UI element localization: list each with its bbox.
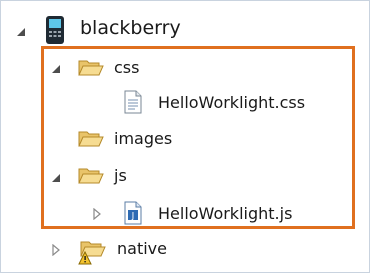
expanded-twisty-icon[interactable] xyxy=(50,63,62,75)
tree-item-label: native xyxy=(117,239,167,258)
collapsed-twisty-icon[interactable] xyxy=(50,244,62,256)
collapsed-twisty-icon[interactable] xyxy=(91,208,103,220)
css-file-icon xyxy=(123,90,143,118)
tree-item-label: images xyxy=(114,129,173,148)
svg-text:J: J xyxy=(131,212,135,222)
expanded-twisty-icon[interactable] xyxy=(15,26,27,38)
tree-item-label: js xyxy=(114,166,127,185)
expanded-twisty-icon[interactable] xyxy=(50,172,62,184)
blackberry-device-icon xyxy=(45,15,65,49)
tree-item-label: css xyxy=(114,58,140,77)
folder-warning-icon xyxy=(78,239,106,269)
project-explorer-panel: blackberry css HelloWorklight.css images… xyxy=(0,0,370,273)
folder-open-icon xyxy=(78,58,104,82)
tree-item-label: blackberry xyxy=(80,17,181,39)
tree-item-label: HelloWorklight.css xyxy=(158,93,306,112)
tree-item-label: HelloWorklight.js xyxy=(158,204,293,223)
folder-open-icon xyxy=(78,129,104,153)
folder-open-icon xyxy=(78,166,104,190)
js-file-icon: J xyxy=(123,201,143,229)
